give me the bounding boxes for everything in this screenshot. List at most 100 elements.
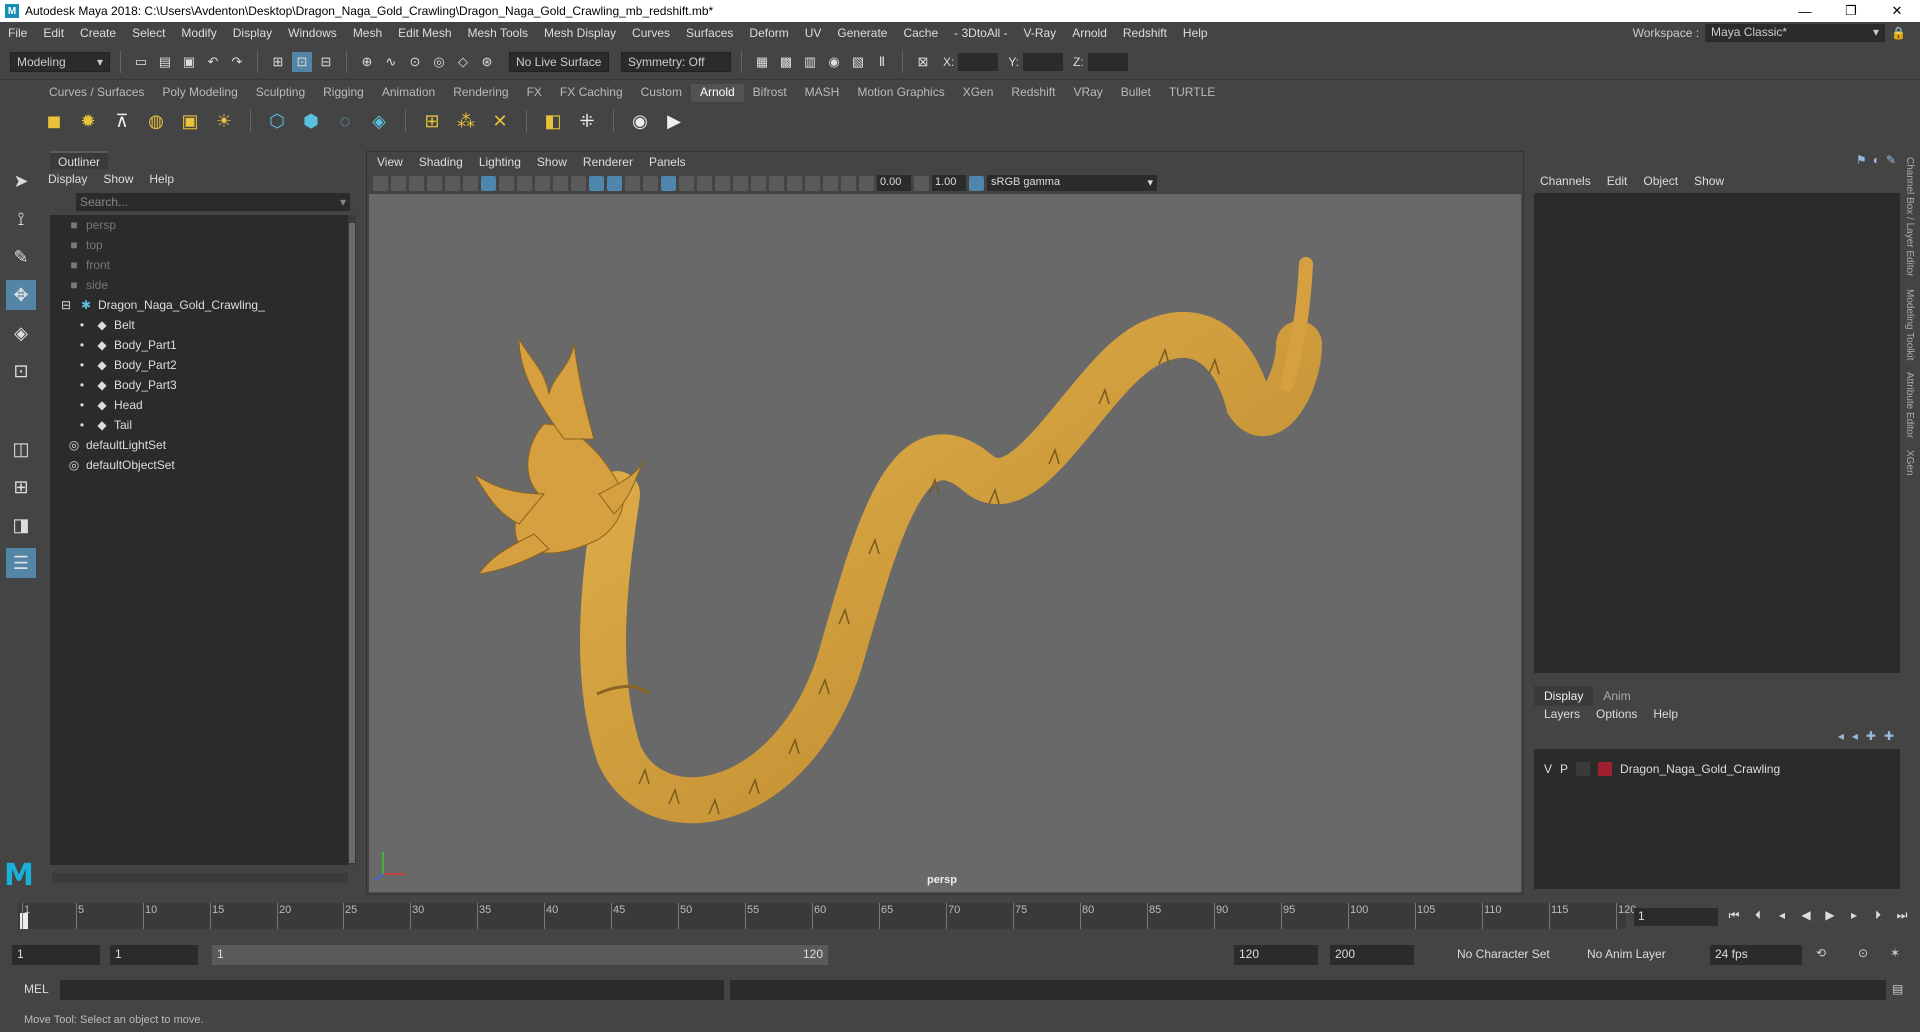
start-time-field[interactable]: 1 (12, 945, 100, 965)
gate-mask-icon[interactable] (535, 175, 550, 191)
close-icon[interactable]: ✕ (1874, 0, 1920, 22)
2d-pan-zoom-icon[interactable] (445, 175, 460, 191)
four-view-icon[interactable]: ⊞ (6, 472, 36, 502)
play-backwards-icon[interactable]: ◀ (1796, 908, 1816, 923)
ipr-render-icon[interactable]: ▩ (776, 52, 796, 72)
paint-select-icon[interactable]: ✎ (6, 242, 36, 272)
character-set-dropdown[interactable]: No Character Set (1452, 945, 1556, 965)
transform-mode-icon[interactable]: ⊠ (913, 52, 933, 72)
menu-item[interactable]: Mesh Tools (460, 26, 536, 40)
shelf-tab[interactable]: Bullet (1112, 84, 1160, 102)
outliner-menu-item[interactable]: Display (48, 172, 87, 186)
shelf-tab[interactable]: Rigging (314, 84, 373, 102)
select-by-hierarchy-icon[interactable]: ⊞ (268, 52, 288, 72)
shelf-tab[interactable]: Bifrost (744, 84, 796, 102)
maximize-icon[interactable]: ❐ (1828, 0, 1874, 22)
lasso-tool-icon[interactable]: ⟟ (6, 204, 36, 234)
menu-item[interactable]: V-Ray (1016, 26, 1065, 40)
create-standin-icon[interactable]: ⬡ (263, 107, 291, 135)
flush-cache-icon[interactable]: ✕ (486, 107, 514, 135)
render-view-icon[interactable]: ▧ (848, 52, 868, 72)
field-chart-icon[interactable] (553, 175, 568, 191)
ambient-occlusion-icon[interactable] (715, 175, 730, 191)
snap-point-icon[interactable]: ⊙ (405, 52, 425, 72)
mel-label[interactable]: MEL (24, 982, 49, 996)
hypershade-icon[interactable]: ◉ (824, 52, 844, 72)
outliner-item[interactable]: • ◆ Body_Part3 (50, 375, 348, 395)
current-frame-field[interactable]: 1 (1634, 908, 1718, 926)
outliner-item[interactable]: ◎ defaultObjectSet (50, 455, 348, 475)
step-back-frame-icon[interactable]: ◂ (1772, 908, 1792, 923)
gamma-icon[interactable] (914, 175, 929, 191)
command-input[interactable] (60, 980, 724, 1000)
shelf-tab[interactable]: FX (518, 84, 551, 102)
script-editor-icon[interactable]: ▤ (1892, 982, 1903, 996)
anti-aliasing-icon[interactable] (751, 175, 766, 191)
skydome-light-icon[interactable]: ◍ (142, 107, 170, 135)
select-by-component-icon[interactable]: ⊟ (316, 52, 336, 72)
render-icon[interactable]: ▦ (752, 52, 772, 72)
menu-item[interactable]: Windows (280, 26, 345, 40)
operator-icon[interactable]: ⁜ (573, 107, 601, 135)
menu-item[interactable]: Arnold (1064, 26, 1115, 40)
channel-box-icon[interactable]: ⚑ (1856, 153, 1867, 167)
xray-components-icon[interactable] (841, 175, 856, 191)
xray-icon[interactable] (805, 175, 820, 191)
depth-of-field-icon[interactable] (769, 175, 784, 191)
shelf-tab[interactable]: Sculpting (247, 84, 314, 102)
persp-outliner-icon[interactable]: ◨ (6, 510, 36, 540)
outliner-tab[interactable]: Outliner (50, 151, 109, 169)
area-light-icon[interactable]: ◼ (40, 107, 68, 135)
select-camera-icon[interactable] (373, 175, 388, 191)
select-by-object-icon[interactable]: ⊡ (292, 51, 312, 72)
menu-item[interactable]: Display (225, 26, 280, 40)
menu-item[interactable]: Edit Mesh (390, 26, 459, 40)
outliner-item[interactable]: • ◆ Body_Part1 (50, 335, 348, 355)
use-all-lights-icon[interactable] (679, 175, 694, 191)
anim-prefs-icon[interactable]: ✶ (1890, 946, 1900, 960)
move-layer-up-icon[interactable]: ◂ (1838, 729, 1844, 743)
render-view-eye-icon[interactable]: ◉ (626, 107, 654, 135)
outliner-item[interactable]: • ◆ Belt (50, 315, 348, 335)
outliner-menu-item[interactable]: Help (149, 172, 174, 186)
menu-item[interactable]: Curves (624, 26, 678, 40)
move-tool-icon[interactable]: ✥ (6, 280, 36, 310)
outliner-item[interactable]: ■ top (50, 235, 348, 255)
viewport-menu-item[interactable]: Show (537, 155, 567, 169)
new-scene-icon[interactable]: ▭ (131, 52, 151, 72)
go-to-end-icon[interactable]: ⏭ (1892, 908, 1912, 923)
step-forward-frame-icon[interactable]: ▸ (1844, 908, 1864, 923)
layer-editor-menu-item[interactable]: Layers (1544, 707, 1580, 721)
time-slider-track[interactable]: 1 5 10 15 20 25 30 35 40 45 50 55 60 65 70 75 80 85 90 95 10… (18, 903, 1636, 929)
render-settings-icon[interactable]: ▥ (800, 52, 820, 72)
pause-icon[interactable]: Ⅱ (872, 52, 892, 72)
play-render-icon[interactable]: ▶ (660, 107, 688, 135)
channel-box-menu-item[interactable]: Channels (1540, 174, 1591, 188)
menu-item[interactable]: Create (72, 26, 124, 40)
channel-box-menu-item[interactable]: Show (1694, 174, 1724, 188)
menu-item[interactable]: Surfaces (678, 26, 741, 40)
menuset-dropdown[interactable]: Modeling ▾ (10, 51, 110, 72)
outliner-item[interactable]: ■ side (50, 275, 348, 295)
physical-sky-icon[interactable]: ☀ (210, 107, 238, 135)
tool-settings-icon[interactable]: ✎ (1886, 153, 1896, 167)
open-scene-icon[interactable]: ▤ (155, 52, 175, 72)
shelf-tab[interactable]: XGen (954, 84, 1003, 102)
shelf-tab[interactable]: MASH (796, 84, 849, 102)
material-library-icon[interactable]: ◧ (539, 107, 567, 135)
viewport-menu-item[interactable]: Lighting (479, 155, 521, 169)
range-bar[interactable]: 1 120 (212, 945, 828, 965)
menu-item[interactable]: Deform (741, 26, 796, 40)
menu-item[interactable]: Mesh Display (536, 26, 624, 40)
outliner-item[interactable]: • ◆ Head (50, 395, 348, 415)
lock-icon[interactable]: 🔒 (1891, 26, 1906, 40)
outliner-item[interactable]: ⊟ ✱ Dragon_Naga_Gold_Crawling_ (50, 295, 348, 315)
snap-surface-icon[interactable]: ◇ (453, 52, 473, 72)
outliner-search-input[interactable]: Search... ▾ (76, 193, 350, 211)
side-tab[interactable]: Channel Box / Layer Editor (1904, 151, 1915, 283)
outliner-item[interactable]: ◎ defaultLightSet (50, 435, 348, 455)
single-perspective-icon[interactable]: ◫ (6, 434, 36, 464)
menu-item[interactable]: Generate (829, 26, 895, 40)
viewport-menu-item[interactable]: Renderer (583, 155, 633, 169)
shelf-tab[interactable]: Animation (373, 84, 444, 102)
